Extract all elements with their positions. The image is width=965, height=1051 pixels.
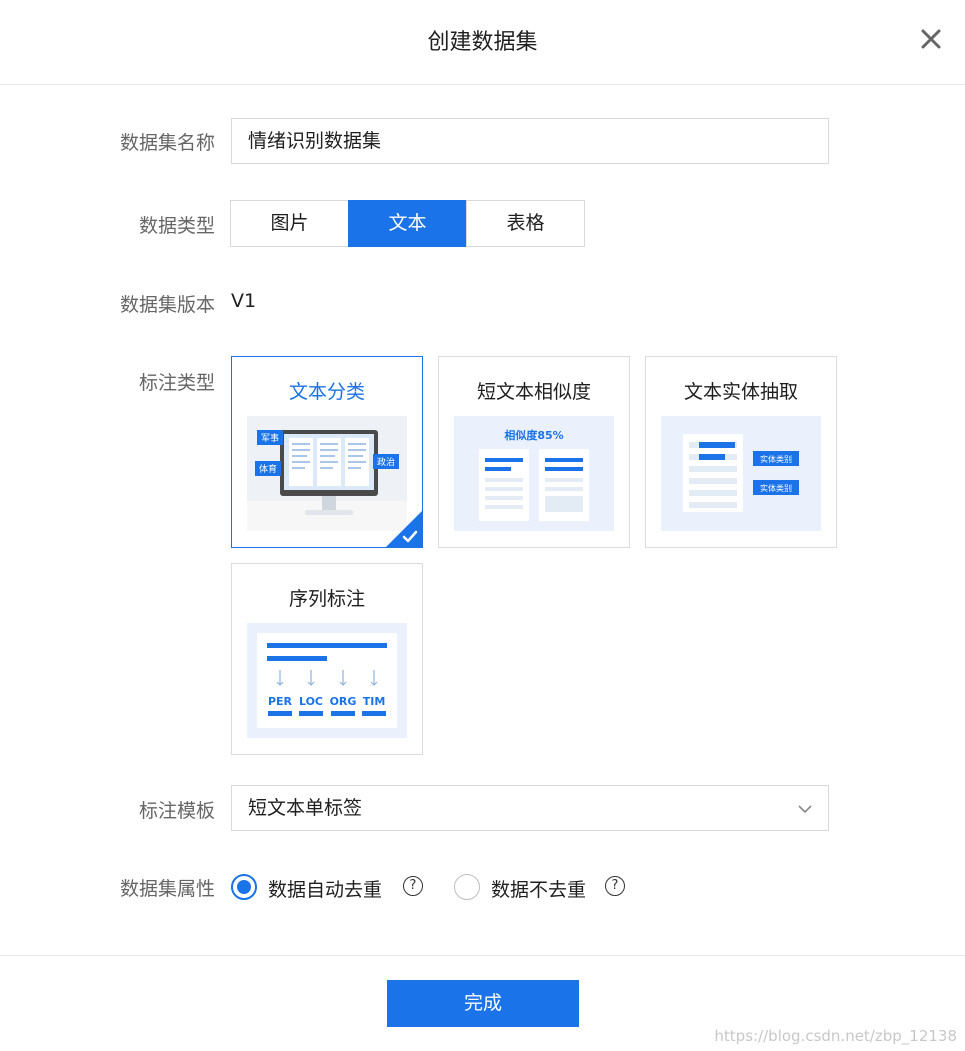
tag-label: ORG [330,695,357,708]
dataset-name-input[interactable]: 情绪识别数据集 [231,118,829,164]
annotation-card-sequence-labeling[interactable]: 序列标注 PER LOC ORG TIM [231,563,423,755]
tag-label: 体育 [259,463,277,475]
radio-no-dedup[interactable] [454,874,480,900]
radio-auto-dedup-label[interactable]: 数据自动去重 [268,875,382,902]
radio-auto-dedup[interactable] [231,874,257,900]
tag-label: 军事 [261,432,279,444]
template-select[interactable]: 短文本单标签 [231,785,829,831]
tag-label: 实体类别 [760,454,792,464]
dialog-title: 创建数据集 [427,30,538,55]
text-similarity-illustration: 相似度85% [454,416,614,531]
card-title: 文本实体抽取 [683,381,798,403]
annotation-card-text-classification[interactable]: 文本分类 军事 体育 政治 [231,356,423,548]
help-icon[interactable]: ? [605,876,625,896]
annotation-card-text-similarity[interactable]: 短文本相似度 相似度85% [438,356,630,548]
data-type-option-text[interactable]: 文本 [348,200,467,247]
close-icon[interactable] [918,26,944,52]
chevron-down-icon [798,805,812,814]
version-label: 数据集版本 [119,294,215,316]
watermark: https://blog.csdn.net/zbp_12138 [714,1027,957,1045]
tag-label: PER [268,695,293,708]
tag-label: LOC [299,695,323,708]
tag-label: TIM [363,695,386,708]
tag-label: 政治 [377,456,395,468]
similarity-caption: 相似度85% [504,428,563,442]
tag-label: 实体类别 [760,483,792,493]
dialog-header: 创建数据集 [0,0,965,85]
selected-check-icon [386,511,422,547]
card-title: 文本分类 [288,381,365,403]
card-title: 序列标注 [288,588,365,610]
template-label: 标注模板 [138,800,215,822]
data-type-option-table[interactable]: 表格 [466,200,585,247]
sequence-labeling-illustration: PER LOC ORG TIM [247,623,407,738]
radio-no-dedup-label[interactable]: 数据不去重 [491,875,586,902]
data-type-option-image[interactable]: 图片 [230,200,349,247]
text-classification-illustration: 军事 体育 政治 [247,416,407,531]
help-icon[interactable]: ? [403,876,423,896]
card-title: 短文本相似度 [476,381,591,403]
annotation-type-label: 标注类型 [138,372,215,394]
attribute-label: 数据集属性 [119,878,215,900]
template-select-value: 短文本单标签 [248,797,363,819]
done-button[interactable]: 完成 [387,980,579,1027]
footer-divider [0,955,965,956]
entity-extraction-illustration: 实体类别 实体类别 [661,416,821,531]
version-value: V1 [231,290,257,312]
data-type-label: 数据类型 [138,215,215,237]
dataset-name-label: 数据集名称 [119,132,215,154]
annotation-card-entity-extraction[interactable]: 文本实体抽取 实体类别 实体类别 [645,356,837,548]
